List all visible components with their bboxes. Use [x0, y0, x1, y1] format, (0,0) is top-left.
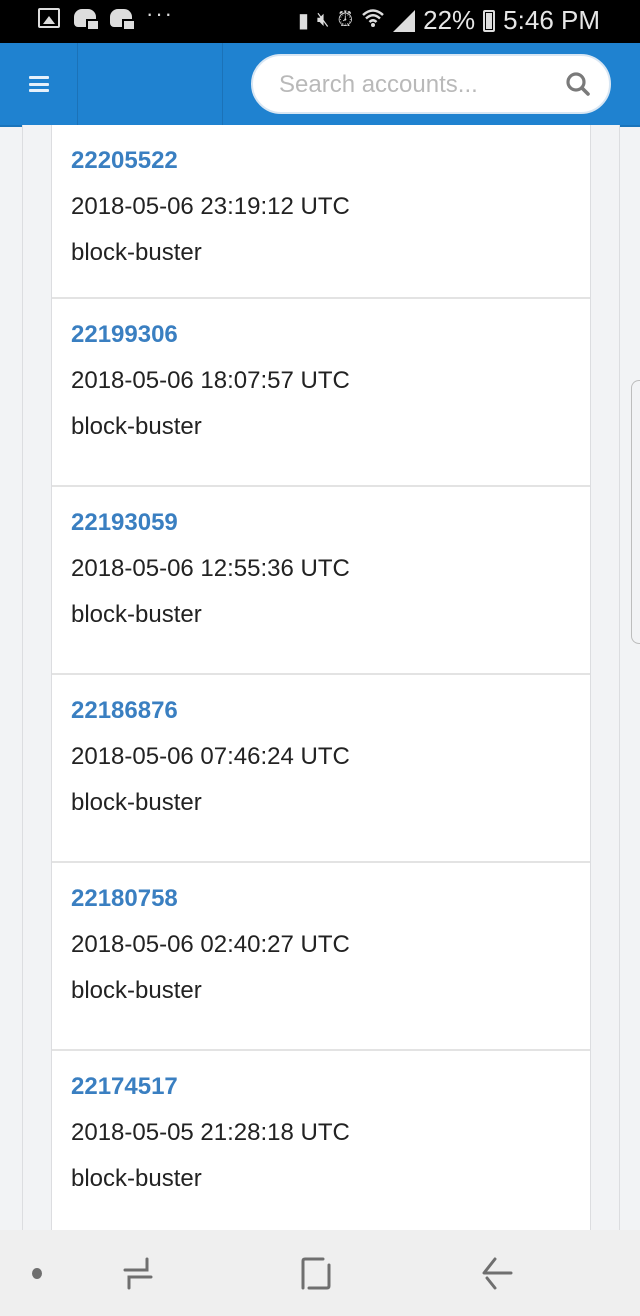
block-timestamp: 2018-05-06 23:19:12 UTC: [71, 193, 350, 220]
status-bar: ··· ▮ 🔇︎ ⏰︎ 22% 5:46 PM: [0, 0, 640, 43]
discord-icon: [74, 9, 100, 31]
signal-icon: [393, 9, 416, 32]
menu-button[interactable]: [0, 43, 78, 125]
battery-saver-icon: ▮: [297, 10, 309, 32]
block-number-link[interactable]: 22174517: [71, 1071, 590, 1107]
header-divider: [222, 43, 223, 125]
more-notifications-icon: ···: [146, 1, 174, 26]
list-item: 22193059 2018-05-06 12:55:36 UTC block-b…: [52, 487, 590, 675]
block-witness: block-buster: [71, 413, 202, 440]
discord-icon: [110, 9, 136, 31]
block-timestamp: 2018-05-06 12:55:36 UTC: [71, 555, 350, 582]
notification-icons: ···: [38, 1, 174, 31]
block-timestamp: 2018-05-06 02:40:27 UTC: [71, 931, 350, 958]
clock: 5:46 PM: [503, 5, 600, 35]
block-witness: block-buster: [71, 239, 202, 266]
block-number-link[interactable]: 22186876: [71, 695, 590, 731]
edge-panel-handle[interactable]: [631, 380, 640, 644]
recent-apps-icon[interactable]: [114, 1250, 162, 1298]
block-number-link[interactable]: 22193059: [71, 507, 590, 543]
list-item: 22205522 2018-05-06 23:19:12 UTC block-b…: [52, 125, 590, 299]
list-item: 22199306 2018-05-06 18:07:57 UTC block-b…: [52, 299, 590, 487]
home-icon[interactable]: [293, 1250, 341, 1298]
block-witness: block-buster: [71, 977, 202, 1004]
search-icon[interactable]: [565, 71, 591, 97]
battery-icon: [483, 9, 496, 32]
hamburger-icon: [28, 76, 49, 92]
block-list: 22205522 2018-05-06 23:19:12 UTC block-b…: [51, 125, 591, 1230]
back-icon[interactable]: [474, 1250, 522, 1298]
navigation-bar: [0, 1230, 640, 1316]
content-area: 22205522 2018-05-06 23:19:12 UTC block-b…: [22, 125, 620, 1230]
block-witness: block-buster: [71, 601, 202, 628]
list-item: 22180758 2018-05-06 02:40:27 UTC block-b…: [52, 863, 590, 1051]
system-icons: ▮ 🔇︎ ⏰︎ 22% 5:46 PM: [298, 5, 600, 36]
search-input[interactable]: [277, 56, 551, 114]
nav-hide-dot-icon[interactable]: [32, 1268, 42, 1279]
block-number-link[interactable]: 22180758: [71, 883, 590, 919]
block-number-link[interactable]: 22199306: [71, 319, 590, 355]
wifi-icon: [361, 8, 385, 34]
block-timestamp: 2018-05-06 18:07:57 UTC: [71, 367, 350, 394]
block-timestamp: 2018-05-06 07:46:24 UTC: [71, 743, 350, 770]
block-number-link[interactable]: 22205522: [71, 145, 590, 181]
alarm-icon: ⏰︎: [337, 9, 354, 31]
block-timestamp: 2018-05-05 21:28:18 UTC: [71, 1119, 350, 1146]
list-item: 22186876 2018-05-06 07:46:24 UTC block-b…: [52, 675, 590, 863]
block-witness: block-buster: [71, 789, 202, 816]
mute-icon: 🔇︎: [316, 9, 330, 31]
gallery-icon: [38, 8, 60, 28]
block-witness: block-buster: [71, 1165, 202, 1192]
app-header: [0, 43, 640, 127]
list-item: 22174517 2018-05-05 21:28:18 UTC block-b…: [52, 1051, 590, 1230]
battery-percent: 22%: [423, 5, 476, 35]
search-box: [251, 54, 611, 114]
